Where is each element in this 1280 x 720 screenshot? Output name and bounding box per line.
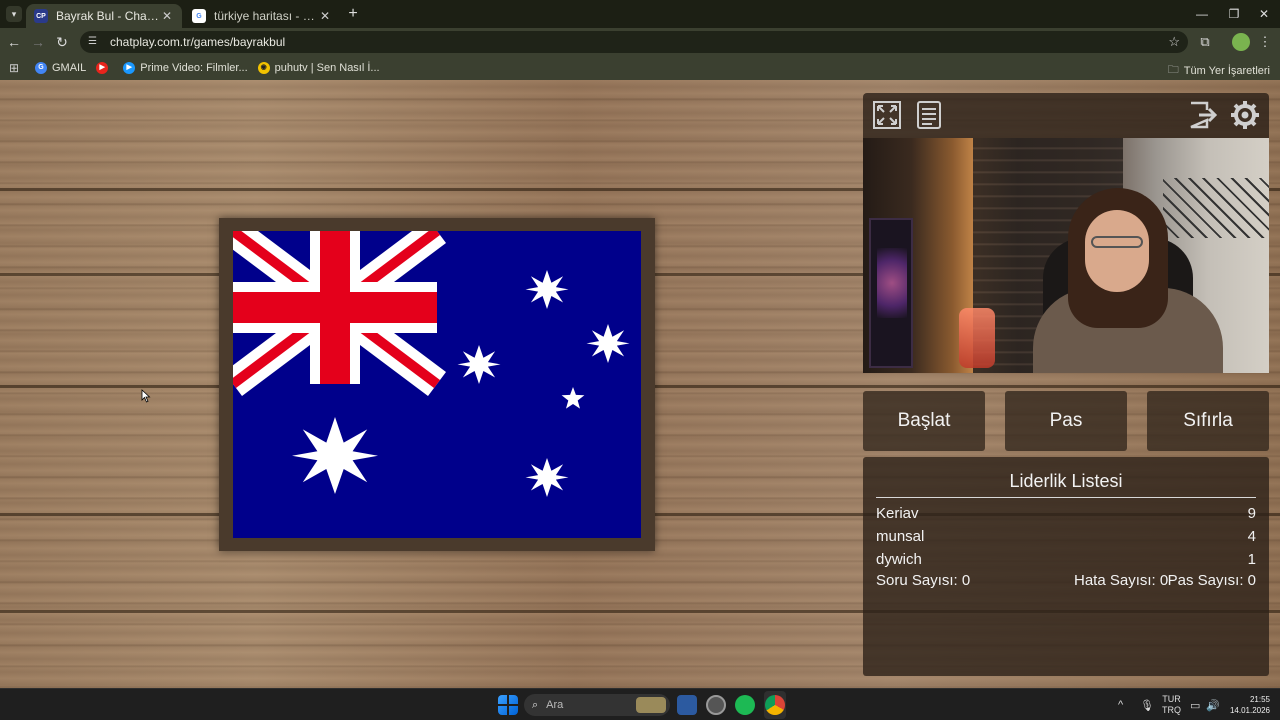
leaderboard-row: munsal 4 <box>876 528 1256 550</box>
tab-search-button[interactable]: ▾ <box>6 6 22 22</box>
url-text: chatplay.com.tr/games/bayrakbul <box>110 35 286 49</box>
leaderboard-panel: Liderlik Listesi Keriav 9 munsal 4 dywic… <box>863 457 1269 676</box>
bookmark-gmail[interactable]: G GMAIL <box>35 62 86 74</box>
bookmark-label: GMAIL <box>52 62 87 74</box>
gear-icon[interactable] <box>1229 100 1261 132</box>
australia-flag <box>233 231 641 538</box>
pass-button[interactable]: Pas <box>1005 391 1127 451</box>
all-bookmarks-label: Tüm Yer İşaretleri <box>1183 64 1270 77</box>
puhutv-icon: ◉ <box>257 62 270 74</box>
google-icon: G <box>35 62 47 74</box>
bookmark-label: puhutv | Sen Nasıl İ... <box>274 62 380 74</box>
leaderboard-title: Liderlik Listesi <box>1009 471 1123 491</box>
prime-video-icon: ▶ <box>123 62 136 74</box>
taskbar-search[interactable]: ⌕ Ara <box>524 694 670 716</box>
fullscreen-icon[interactable] <box>871 100 903 132</box>
webcam-rgb-glow <box>877 248 907 318</box>
youtube-icon: ▶ <box>96 62 109 74</box>
clock[interactable]: 21:55 14.01.2026 <box>1230 694 1270 716</box>
search-highlight-image <box>636 697 666 713</box>
game-page: Başlat Pas Sıfırla Liderlik Listesi Keri… <box>0 80 1280 688</box>
bookmark-label: Prime Video: Filmler... <box>140 62 248 74</box>
webcam-lamp <box>959 308 995 368</box>
leaderboard-divider <box>876 497 1256 498</box>
new-tab-button[interactable]: + <box>345 5 361 23</box>
search-placeholder: Ara <box>546 699 564 711</box>
start-button[interactable]: Başlat <box>863 391 985 451</box>
bookmark-puhutv[interactable]: ◉ puhutv | Sen Nasıl İ... <box>257 62 380 74</box>
union-jack <box>233 231 446 396</box>
app-icon[interactable] <box>706 695 726 715</box>
question-count: Soru Sayısı: 0 <box>876 572 971 589</box>
menu-icon[interactable]: ⋮ <box>1256 33 1274 51</box>
chevron-up-icon[interactable]: ^ <box>1118 689 1123 720</box>
apps-grid-icon[interactable]: ⊞ <box>7 61 21 75</box>
reload-icon[interactable]: ↻ <box>52 32 72 52</box>
webcam-feed <box>863 138 1269 373</box>
clock-date: 14.01.2026 <box>1229 706 1270 715</box>
language-code: TUR <box>1162 694 1181 704</box>
settings-app-icon[interactable] <box>677 695 697 715</box>
tab-title: türkiye haritası - Google'da Ara <box>214 9 318 23</box>
spotify-icon[interactable] <box>735 695 755 715</box>
leaderboard-row: Keriav 9 <box>876 505 1256 527</box>
extensions-icon[interactable]: ⧉ <box>1196 33 1214 51</box>
player-name: dywich <box>876 551 922 568</box>
network-icon[interactable]: ▭ <box>1190 689 1200 720</box>
player-name: Keriav <box>876 505 919 522</box>
chatplay-favicon-icon: CP <box>34 9 48 23</box>
player-score: 1 <box>1247 551 1256 568</box>
webcam-bed-frame <box>1163 178 1269 238</box>
flag-frame <box>219 218 655 551</box>
exit-icon[interactable] <box>1187 100 1219 132</box>
minimize-icon[interactable]: — <box>1186 0 1218 28</box>
forward-icon[interactable]: → <box>28 32 48 52</box>
volume-icon[interactable]: 🔊 <box>1206 689 1220 720</box>
microphone-icon[interactable]: 🎙 <box>1140 689 1154 720</box>
pass-count: Pas Sayısı: 0 <box>1167 572 1256 589</box>
bookmark-star-icon[interactable]: ☆ <box>1168 34 1180 50</box>
leaderboard-row: dywich 1 <box>876 551 1256 573</box>
mouse-cursor-icon <box>141 389 151 403</box>
folder-icon: 🗀 <box>1167 64 1179 76</box>
profile-avatar[interactable] <box>1232 33 1250 51</box>
tab-bayrak-bul[interactable]: CP Bayrak Bul - ChatPlay ✕ <box>26 4 182 28</box>
error-count: Hata Sayısı: 0 <box>1074 572 1169 589</box>
player-score: 4 <box>1247 528 1256 545</box>
close-tab-icon[interactable]: ✕ <box>318 9 332 23</box>
address-bar[interactable]: ☰ chatplay.com.tr/games/bayrakbul ☆ <box>80 31 1188 53</box>
bookmark-prime-video[interactable]: ▶ Prime Video: Filmler... <box>123 62 248 74</box>
tab-title: Bayrak Bul - ChatPlay <box>56 9 160 23</box>
close-tab-icon[interactable]: ✕ <box>160 9 174 23</box>
keyboard-layout: TRQ <box>1162 705 1181 715</box>
reset-button[interactable]: Sıfırla <box>1147 391 1269 451</box>
webcam-person-face <box>1085 210 1149 292</box>
bookmarks-bar: ⊞ G GMAIL ▶ ▶ Prime Video: Filmler... ◉ … <box>0 56 1280 80</box>
restore-icon[interactable]: ❐ <box>1218 0 1250 28</box>
browser-toolbar: ← → ↻ ☰ chatplay.com.tr/games/bayrakbul … <box>0 28 1280 56</box>
windows-start-icon[interactable] <box>498 695 518 715</box>
language-indicator[interactable]: TUR TRQ <box>1162 689 1181 720</box>
tab-google-search[interactable]: G türkiye haritası - Google'da Ara ✕ <box>184 4 340 28</box>
player-score: 9 <box>1247 505 1256 522</box>
tab-strip: ▾ CP Bayrak Bul - ChatPlay ✕ G türkiye h… <box>0 0 1280 28</box>
site-info-icon[interactable]: ☰ <box>88 36 100 48</box>
notes-icon[interactable] <box>913 100 945 132</box>
search-icon: ⌕ <box>532 698 539 711</box>
google-favicon-icon: G <box>192 9 206 23</box>
close-window-icon[interactable]: ✕ <box>1248 0 1280 28</box>
player-name: munsal <box>876 528 925 545</box>
webcam-person-glasses <box>1091 236 1143 248</box>
bookmark-youtube[interactable]: ▶ <box>96 62 113 74</box>
clock-time: 21:55 <box>1249 695 1270 704</box>
back-icon[interactable]: ← <box>4 32 24 52</box>
all-bookmarks[interactable]: 🗀 Tüm Yer İşaretleri <box>1168 61 1270 80</box>
game-controls-bar <box>863 93 1269 139</box>
windows-taskbar: ⌕ Ara ^ 🎙 TUR TRQ ▭ 🔊 21:55 14.01.2026 <box>0 688 1280 720</box>
chrome-icon[interactable] <box>765 695 785 715</box>
